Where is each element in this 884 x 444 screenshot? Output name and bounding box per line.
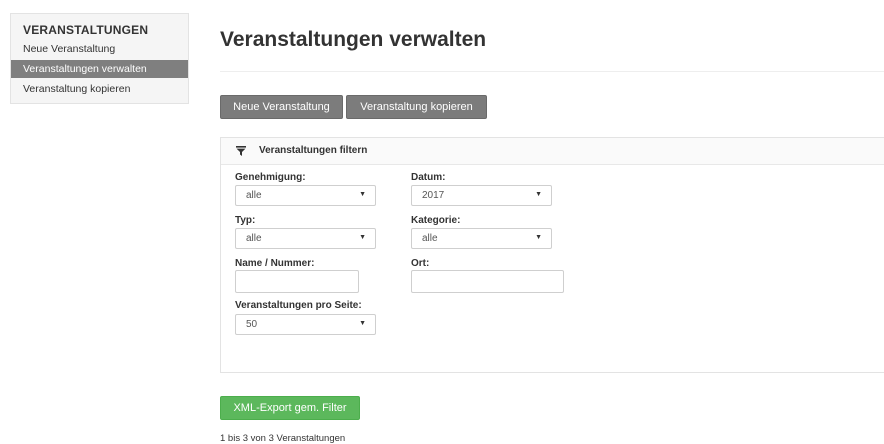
- ort-label: Ort:: [411, 258, 430, 269]
- sidebar: VERANSTALTUNGEN Neue Veranstaltung Veran…: [10, 13, 189, 104]
- chevron-down-icon: ▼: [359, 234, 366, 241]
- new-event-button[interactable]: Neue Veranstaltung: [220, 95, 343, 119]
- xml-export-button[interactable]: XML-Export gem. Filter: [220, 396, 360, 420]
- result-count: 1 bis 3 von 3 Veranstaltungen: [220, 433, 346, 444]
- chevron-down-icon: ▼: [535, 191, 542, 198]
- name-nummer-label: Name / Nummer:: [235, 258, 315, 269]
- sidebar-item-neue-veranstaltung[interactable]: Neue Veranstaltung: [11, 40, 188, 58]
- filter-panel-header[interactable]: Veranstaltungen filtern: [221, 138, 884, 165]
- page-title: Veranstaltungen verwalten: [220, 28, 487, 51]
- title-divider: [220, 71, 884, 72]
- kategorie-label: Kategorie:: [411, 215, 461, 226]
- filter-funnel-icon: [236, 146, 246, 156]
- kategorie-select[interactable]: alle ▼: [411, 228, 552, 249]
- pro-seite-value: 50: [246, 319, 258, 330]
- copy-event-button[interactable]: Veranstaltung kopieren: [346, 95, 487, 119]
- pro-seite-label: Veranstaltungen pro Seite:: [235, 300, 362, 311]
- datum-label: Datum:: [411, 172, 446, 183]
- chevron-down-icon: ▼: [535, 234, 542, 241]
- genehmigung-select[interactable]: alle ▼: [235, 185, 376, 206]
- filter-title: Veranstaltungen filtern: [259, 145, 368, 156]
- sidebar-heading: VERANSTALTUNGEN: [23, 23, 149, 37]
- sidebar-item-veranstaltungen-verwalten[interactable]: Veranstaltungen verwalten: [11, 60, 188, 78]
- chevron-down-icon: ▼: [359, 320, 366, 327]
- datum-select[interactable]: 2017 ▼: [411, 185, 552, 206]
- typ-label: Typ:: [235, 215, 256, 226]
- typ-value: alle: [246, 233, 262, 244]
- kategorie-value: alle: [422, 233, 438, 244]
- typ-select[interactable]: alle ▼: [235, 228, 376, 249]
- datum-value: 2017: [422, 190, 445, 201]
- pro-seite-select[interactable]: 50 ▼: [235, 314, 376, 335]
- genehmigung-value: alle: [246, 190, 262, 201]
- genehmigung-label: Genehmigung:: [235, 172, 306, 183]
- ort-input[interactable]: [411, 270, 564, 293]
- chevron-down-icon: ▼: [359, 191, 366, 198]
- filter-panel: Veranstaltungen filtern Genehmigung: all…: [220, 137, 884, 373]
- name-nummer-input[interactable]: [235, 270, 359, 293]
- sidebar-item-veranstaltung-kopieren[interactable]: Veranstaltung kopieren: [11, 80, 188, 98]
